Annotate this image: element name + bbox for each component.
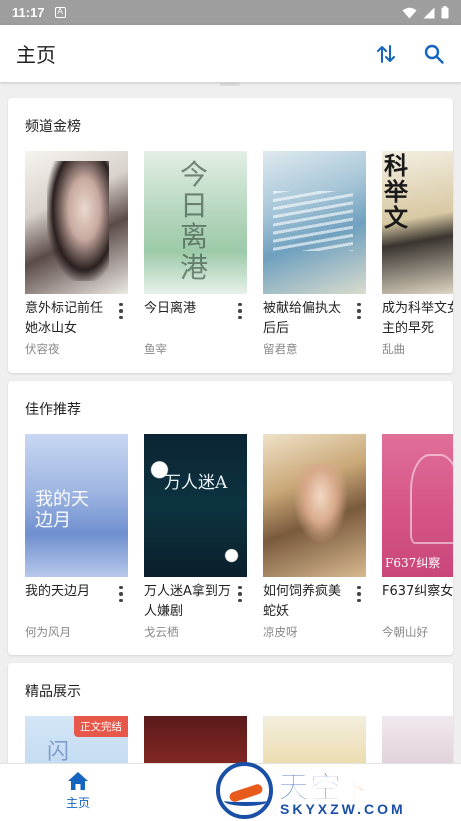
book-card[interactable]: 被献给偏执太后后 留君意 [263, 151, 366, 357]
cover-text: 我的天边月 [35, 489, 89, 531]
sort-icon[interactable] [375, 43, 397, 65]
cover-text: 万人迷A [164, 473, 228, 493]
more-options-icon[interactable] [352, 582, 366, 606]
completed-badge: 正文完结 [74, 716, 128, 737]
book-cover[interactable]: 闪 正文完结 [25, 716, 128, 763]
book-cover[interactable] [263, 716, 366, 763]
pull-indicator [220, 83, 240, 86]
book-card[interactable]: 我的天边月 我的天边月 何为风月 [25, 434, 128, 640]
book-title: 今日离港 [144, 301, 197, 316]
a-icon: A [54, 7, 66, 18]
book-title: 意外标记前任她冰山女 [25, 301, 104, 336]
book-cover[interactable]: 我的天边月 [25, 434, 128, 577]
book-title: 被献给偏执太后后 [263, 301, 342, 336]
book-card[interactable] [263, 716, 366, 763]
app-bar: 主页 [0, 25, 461, 82]
book-cover[interactable]: 今日离港 [144, 151, 247, 294]
watermark-subtitle: SKYXZW.COM [280, 801, 406, 817]
watermark-logo: 天空下载玩 SKYXZW.COM [214, 760, 459, 821]
book-author: 伏容夜 [25, 342, 60, 356]
more-options-icon[interactable] [114, 582, 128, 606]
section-title: 精品展示 [25, 684, 81, 700]
section-featured: 精品展示 闪 正文完结 [8, 663, 453, 763]
book-card[interactable]: 闪 正文完结 [25, 716, 128, 763]
cover-text: 今日离港 [180, 158, 209, 284]
logo-emblem-icon [216, 762, 273, 819]
book-author: 何为风月 [25, 625, 71, 639]
watermark-title-highlight: 下载玩 [341, 775, 421, 805]
book-card[interactable]: 科举文 成为科举文女主的早死 乱曲 [382, 151, 453, 357]
signal-icon [423, 7, 435, 18]
nav-home-label: 主页 [65, 796, 90, 810]
book-cover[interactable] [263, 151, 366, 294]
book-card[interactable]: 意外标记前任她冰山女 伏容夜 [25, 151, 128, 357]
book-author: 今朝山好 [382, 625, 428, 639]
page-title: 主页 [16, 43, 56, 67]
book-title: 万人迷A拿到万人嫌剧 [144, 584, 231, 619]
book-cover[interactable]: F637纠察 [382, 434, 453, 577]
wifi-icon [402, 7, 417, 18]
book-card[interactable] [382, 716, 453, 763]
home-feed[interactable]: 频道金榜 意外标记前任她冰山女 伏容夜 今日离港 今日离港 鱼宰 被献给偏执太后… [0, 82, 461, 763]
status-bar: 11:17 A [0, 0, 461, 25]
book-card[interactable] [144, 716, 247, 763]
book-card[interactable]: 万人迷A 万人迷A拿到万人嫌剧 戈云栖 [144, 434, 247, 640]
section-channel-ranking: 频道金榜 意外标记前任她冰山女 伏容夜 今日离港 今日离港 鱼宰 被献给偏执太后… [8, 98, 453, 373]
book-cover[interactable] [144, 716, 247, 763]
book-author: 乱曲 [382, 342, 405, 356]
cover-text: 闪 [47, 740, 70, 763]
book-author: 留君意 [263, 342, 298, 356]
book-title: 我的天边月 [25, 584, 91, 599]
book-title: 成为科举文女主的早死 [382, 301, 453, 336]
home-icon [68, 772, 88, 790]
book-cover[interactable]: 科举文 [382, 151, 453, 294]
more-options-icon[interactable] [114, 299, 128, 323]
book-cover[interactable]: 万人迷A [144, 434, 247, 577]
more-options-icon[interactable] [233, 299, 247, 323]
book-card[interactable]: 如何饲养疯美蛇妖 凉皮呀 [263, 434, 366, 640]
book-cover[interactable] [382, 716, 453, 763]
battery-icon [441, 6, 449, 19]
book-cover[interactable] [263, 434, 366, 577]
section-recommended: 佳作推荐 我的天边月 我的天边月 何为风月 万人迷A 万人迷A拿到万人嫌剧 戈云… [8, 381, 453, 655]
book-title: 如何饲养疯美蛇妖 [263, 584, 342, 619]
book-card[interactable]: 今日离港 今日离港 鱼宰 [144, 151, 247, 357]
section-title: 佳作推荐 [25, 402, 81, 418]
book-author: 凉皮呀 [263, 625, 298, 639]
nav-item-home[interactable]: 主页 [56, 771, 100, 811]
cover-text: 科举文 [384, 151, 408, 232]
search-icon[interactable] [423, 43, 445, 65]
book-author: 戈云栖 [144, 625, 179, 639]
more-options-icon[interactable] [352, 299, 366, 323]
book-author: 鱼宰 [144, 342, 167, 356]
more-options-icon[interactable] [233, 582, 247, 606]
book-cover[interactable] [25, 151, 128, 294]
status-time: 11:17 [12, 5, 45, 20]
book-card[interactable]: F637纠察 F637纠察女校 今朝山好 [382, 434, 453, 640]
book-title: F637纠察女校 [382, 584, 453, 599]
cover-text: F637纠察 [385, 556, 441, 570]
section-title: 频道金榜 [25, 119, 81, 135]
